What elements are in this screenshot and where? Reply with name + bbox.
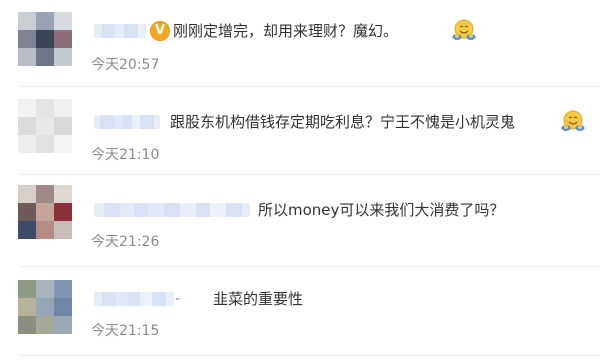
avatar[interactable]	[18, 280, 72, 334]
username-link[interactable]	[94, 292, 174, 306]
comment-text: 韭菜的重要性	[213, 290, 304, 308]
verified-v-icon: V	[150, 21, 170, 41]
avatar[interactable]	[18, 185, 72, 239]
timestamp: 今天20:57	[91, 57, 160, 73]
comment-text: 刚刚定增完，却用来理财？魔幻。	[173, 22, 399, 40]
username-link[interactable]	[94, 24, 146, 38]
avatar[interactable]	[18, 12, 72, 66]
comment-feed: V 刚刚定增完，却用来理财？魔幻。 今天20:57 跟股东机构借钱存定期吃利息？…	[0, 0, 600, 361]
comment-item: - 韭菜的重要性 今天21:15	[0, 267, 600, 353]
username-link[interactable]	[94, 115, 160, 129]
divider	[18, 355, 600, 356]
comment-item: 跟股东机构借钱存定期吃利息？宁王不愧是小机灵鬼 今天21:10	[0, 87, 600, 173]
timestamp: 今天21:15	[91, 323, 160, 339]
comment-text: 所以money可以来我们大消费了吗？	[258, 201, 505, 219]
username-link[interactable]	[94, 203, 250, 217]
comment-item: V 刚刚定增完，却用来理财？魔幻。 今天20:57	[0, 0, 600, 86]
comment-item: 所以money可以来我们大消费了吗？ 今天21:26	[0, 175, 600, 261]
hug-emoji-icon	[561, 110, 585, 131]
comment-text: 跟股东机构借钱存定期吃利息？宁王不愧是小机灵鬼	[170, 113, 516, 131]
hug-emoji-icon	[452, 19, 476, 40]
timestamp: 今天21:26	[91, 234, 160, 250]
timestamp: 今天21:10	[91, 147, 160, 163]
username-tail: -	[175, 291, 181, 307]
avatar[interactable]	[18, 99, 72, 153]
